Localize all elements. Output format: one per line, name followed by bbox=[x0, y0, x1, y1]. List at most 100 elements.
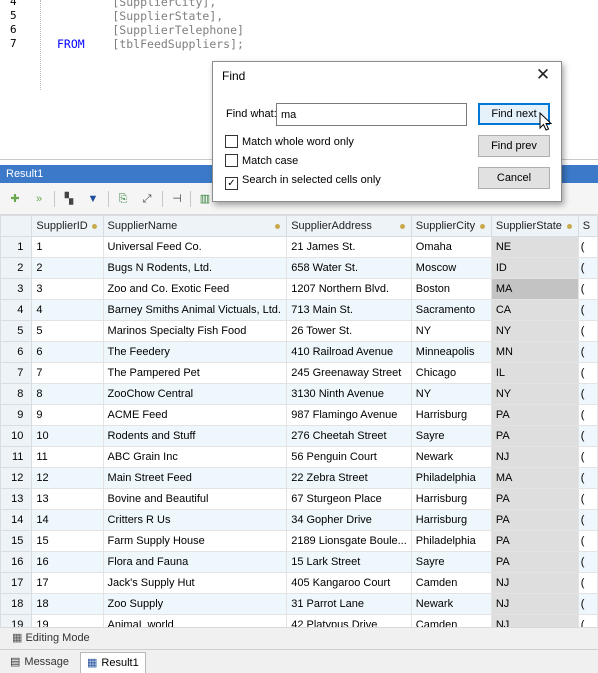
table-cell[interactable]: ( bbox=[577, 593, 598, 615]
table-cell-state[interactable]: CA bbox=[490, 299, 579, 321]
table-cell[interactable]: Harrisburg bbox=[410, 509, 492, 531]
table-cell[interactable]: 658 Water St. bbox=[286, 257, 412, 279]
table-cell[interactable]: Philadelphia bbox=[410, 530, 492, 552]
table-cell[interactable]: Sacramento bbox=[410, 299, 492, 321]
table-cell[interactable]: 3130 Ninth Avenue bbox=[286, 383, 412, 405]
table-row[interactable]: 12 12 Main Street Feed 22 Zebra Street Phila… bbox=[0, 467, 598, 489]
table-row[interactable]: 11 11 ABC Grain Inc 56 Penguin Court Newark N… bbox=[0, 446, 598, 468]
table-row[interactable]: 1 1 Universal Feed Co. 21 James St. Omaha NE( bbox=[0, 236, 598, 258]
table-cell[interactable]: Philadelphia bbox=[410, 467, 492, 489]
sql-code[interactable]: [SupplierCity], [SupplierState], [Suppli… bbox=[57, 0, 244, 79]
table-cell[interactable]: Moscow bbox=[410, 257, 492, 279]
cancel-button[interactable]: Cancel bbox=[478, 167, 550, 189]
table-cell[interactable]: The Pampered Pet bbox=[102, 362, 288, 384]
table-cell[interactable]: 67 Sturgeon Place bbox=[286, 488, 412, 510]
table-cell[interactable]: Marinos Specialty Fish Food bbox=[102, 320, 288, 342]
match-case-option[interactable]: Match case bbox=[225, 154, 298, 168]
table-row[interactable]: 16 16 Flora and Fauna 15 Lark Street Sayre PA… bbox=[0, 551, 598, 573]
table-row[interactable]: 14 14 Critters R Us 34 Gopher Drive Harrisbu… bbox=[0, 509, 598, 531]
table-cell[interactable]: ( bbox=[577, 425, 598, 447]
table-cell-state[interactable]: NE bbox=[490, 236, 579, 258]
table-cell-state[interactable]: NJ bbox=[490, 446, 579, 468]
table-cell[interactable]: ( bbox=[577, 341, 598, 363]
table-cell[interactable]: 34 Gopher Drive bbox=[286, 509, 412, 531]
table-cell[interactable]: ACME Feed bbox=[102, 404, 288, 426]
table-row[interactable]: 6 6 The Feedery 410 Railroad Avenue Minneapo… bbox=[0, 341, 598, 363]
table-row[interactable]: 8 8 ZooChow Central 3130 Ninth Avenue NY NY( bbox=[0, 383, 598, 405]
table-cell[interactable]: 18 bbox=[31, 593, 104, 615]
fast-forward-icon[interactable]: » bbox=[32, 192, 46, 206]
table-cell[interactable]: ( bbox=[577, 257, 598, 279]
table-cell[interactable]: Rodents and Stuff bbox=[102, 425, 288, 447]
table-row[interactable]: 2 2 Bugs N Rodents, Ltd. 658 Water St. Mosco… bbox=[0, 257, 598, 279]
table-cell[interactable]: 17 bbox=[31, 572, 104, 594]
table-cell[interactable]: ( bbox=[577, 383, 598, 405]
table-cell[interactable]: 410 Railroad Avenue bbox=[286, 341, 412, 363]
table-cell[interactable]: 3 bbox=[31, 278, 104, 300]
table-cell[interactable]: 12 bbox=[31, 467, 104, 489]
table-cell[interactable]: 22 Zebra Street bbox=[286, 467, 412, 489]
table-cell-state[interactable]: PA bbox=[490, 425, 579, 447]
table-row[interactable]: 15 15 Farm Supply House 2189 Lionsgate Boul… bbox=[0, 530, 598, 552]
table-cell[interactable]: AnimaL world bbox=[102, 614, 288, 627]
table-row[interactable]: 19 19 AnimaL world 42 Platypus Drive Camden N… bbox=[0, 614, 598, 627]
checkbox-unchecked[interactable] bbox=[225, 135, 238, 148]
table-cell-state[interactable]: NJ bbox=[490, 593, 579, 615]
table-cell[interactable]: ( bbox=[577, 572, 598, 594]
table-cell[interactable]: ( bbox=[577, 278, 598, 300]
table-cell-state[interactable]: NY bbox=[490, 383, 579, 405]
table-cell[interactable]: Camden bbox=[410, 572, 492, 594]
table-cell[interactable]: 5 bbox=[31, 320, 104, 342]
table-cell[interactable]: 13 bbox=[31, 488, 104, 510]
table-cell-state[interactable]: NY bbox=[490, 320, 579, 342]
add-row-icon[interactable]: ✚ bbox=[8, 192, 22, 206]
table-cell[interactable]: Barney Smiths Animal Victuals, Ltd. bbox=[102, 299, 288, 321]
table-cell[interactable]: 987 Flamingo Avenue bbox=[286, 404, 412, 426]
table-cell[interactable]: ( bbox=[577, 614, 598, 627]
table-cell[interactable]: ABC Grain Inc bbox=[102, 446, 288, 468]
table-cell[interactable]: ( bbox=[577, 446, 598, 468]
checkbox-unchecked[interactable] bbox=[225, 154, 238, 167]
table-cell[interactable]: Farm Supply House bbox=[102, 530, 288, 552]
table-cell[interactable]: The Feedery bbox=[102, 341, 288, 363]
table-cell-state[interactable]: PA bbox=[490, 551, 579, 573]
table-cell[interactable]: Bugs N Rodents, Ltd. bbox=[102, 257, 288, 279]
table-cell[interactable]: ( bbox=[577, 467, 598, 489]
table-cell[interactable]: Sayre bbox=[410, 425, 492, 447]
table-cell[interactable]: Flora and Fauna bbox=[102, 551, 288, 573]
search-selected-option[interactable]: ✓ Search in selected cells only bbox=[225, 173, 381, 190]
table-row[interactable]: 4 4 Barney Smiths Animal Victuals, Ltd. 713… bbox=[0, 299, 598, 321]
table-cell[interactable]: Chicago bbox=[410, 362, 492, 384]
table-cell[interactable]: 276 Cheetah Street bbox=[286, 425, 412, 447]
table-cell[interactable]: 31 Parrot Lane bbox=[286, 593, 412, 615]
table-cell[interactable]: Jack's Supply Hut bbox=[102, 572, 288, 594]
table-row[interactable]: 18 18 Zoo Supply 31 Parrot Lane Newark NJ( bbox=[0, 593, 598, 615]
table-cell[interactable]: ( bbox=[577, 362, 598, 384]
find-what-input[interactable] bbox=[276, 103, 467, 126]
table-cell[interactable]: ( bbox=[577, 404, 598, 426]
table-cell[interactable]: Harrisburg bbox=[410, 404, 492, 426]
column-header[interactable]: SupplierCity bbox=[410, 215, 492, 237]
table-cell[interactable]: Zoo Supply bbox=[102, 593, 288, 615]
table-cell[interactable]: 713 Main St. bbox=[286, 299, 412, 321]
table-cell[interactable]: 1207 Northern Blvd. bbox=[286, 278, 412, 300]
column-header[interactable]: SupplierAddress bbox=[286, 215, 412, 237]
table-cell[interactable]: ( bbox=[577, 299, 598, 321]
table-cell[interactable]: 26 Tower St. bbox=[286, 320, 412, 342]
table-cell[interactable]: 4 bbox=[31, 299, 104, 321]
table-cell[interactable]: Newark bbox=[410, 446, 492, 468]
table-row[interactable]: 3 3 Zoo and Co. Exotic Feed 1207 Northern B… bbox=[0, 278, 598, 300]
table-cell[interactable]: Omaha bbox=[410, 236, 492, 258]
tab-result1[interactable]: ▦ Result1 bbox=[80, 652, 146, 673]
table-cell[interactable]: 7 bbox=[31, 362, 104, 384]
table-cell[interactable]: 405 Kangaroo Court bbox=[286, 572, 412, 594]
table-cell[interactable]: 21 James St. bbox=[286, 236, 412, 258]
table-cell[interactable]: Newark bbox=[410, 593, 492, 615]
close-icon[interactable]: ✕ bbox=[533, 65, 553, 85]
table-cell[interactable]: ( bbox=[577, 530, 598, 552]
table-row[interactable]: 13 13 Bovine and Beautiful 67 Sturgeon Plac… bbox=[0, 488, 598, 510]
table-cell[interactable]: 42 Platypus Drive bbox=[286, 614, 412, 627]
table-cell[interactable]: ZooChow Central bbox=[102, 383, 288, 405]
table-cell-state[interactable]: PA bbox=[490, 488, 579, 510]
column-header[interactable]: S bbox=[577, 215, 598, 237]
